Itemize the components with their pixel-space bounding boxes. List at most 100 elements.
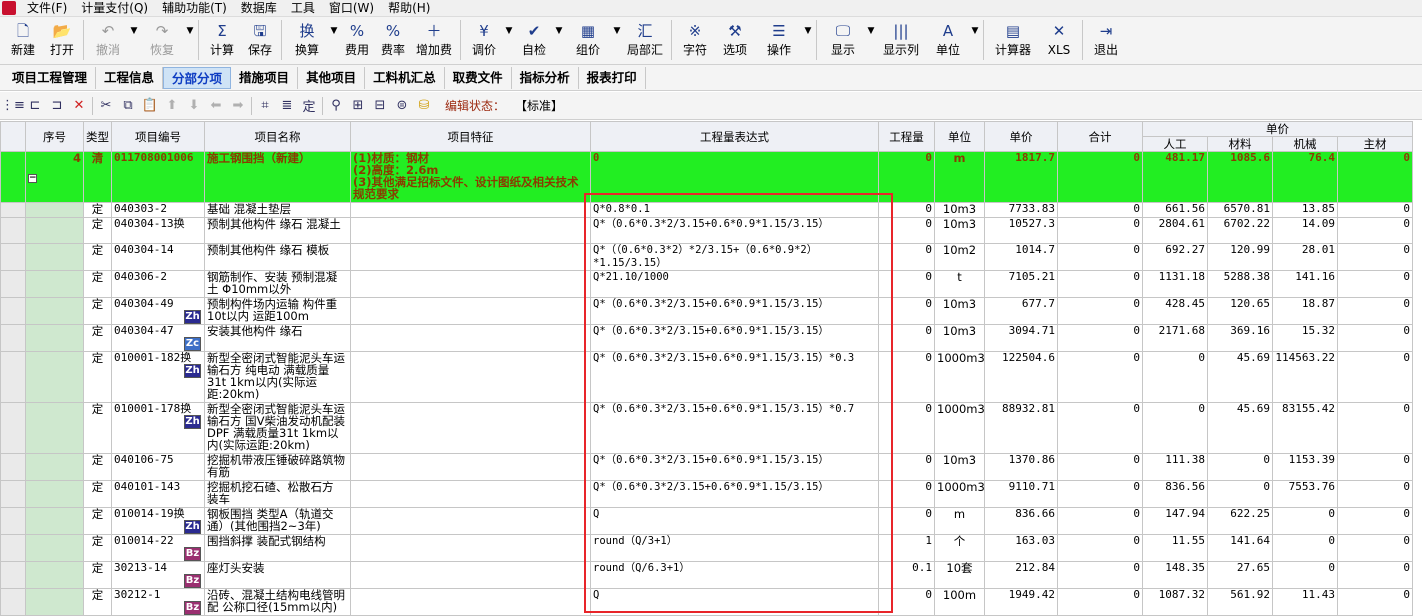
quota-row[interactable]: 定 040304-49 Zh 预制构件场内运输 构件重10t以内 运距100m Q*（0… xyxy=(0,297,1413,325)
expr-cell[interactable]: Q*0.8*0.1 xyxy=(590,202,879,218)
code-cell[interactable]: 040304-14 xyxy=(111,243,205,271)
feature-cell[interactable] xyxy=(350,588,591,616)
qty-cell[interactable]: 0 xyxy=(878,324,935,352)
name-cell[interactable]: 座灯头安装 xyxy=(204,561,351,589)
unit-cell[interactable]: 10m3 xyxy=(934,324,985,352)
feature-cell[interactable] xyxy=(350,217,591,244)
menu-item[interactable]: 窗口(W) xyxy=(322,0,381,17)
quota-row[interactable]: 定 040106-75 挖掘机带液压锤破碎路筑物 有筋 Q*（0.6*0.3*2/3.… xyxy=(0,453,1413,481)
name-cell[interactable]: 预制其他构件 缘石 混凝土 xyxy=(204,217,351,244)
name-cell[interactable]: 新型全密闭式智能泥头车运输石方 纯电动 满载质量31t 1km以内(实际运距:2… xyxy=(204,351,351,403)
name-cell[interactable]: 钢板围挡 类型A（轨道交通）(其他围挡2~3年) xyxy=(204,507,351,535)
col-code[interactable]: 项目编号 xyxy=(111,121,205,152)
unit-cell[interactable]: 10套 xyxy=(934,561,985,589)
tab-1[interactable]: 工程信息 xyxy=(96,66,164,89)
quota-row[interactable]: 定 040304-13换 预制其他构件 缘石 混凝土 Q*（0.6*0.3*2/3.1… xyxy=(0,217,1413,244)
move-down-icon[interactable]: ⬇ xyxy=(183,95,205,117)
code-cell[interactable]: 30213-14 Bz xyxy=(111,561,205,589)
unit-cell[interactable]: 100m xyxy=(934,588,985,616)
unit-cell[interactable]: 个 xyxy=(934,534,985,562)
bill-row[interactable]: 4− 清 011708001006 施工钢围挡（新建） (1)材质：钢材 (2)高… xyxy=(0,151,1413,203)
code-cell[interactable]: 010014-22 Bz xyxy=(111,534,205,562)
copy-icon[interactable]: ⧉ xyxy=(117,95,139,117)
collapse-toggle-icon[interactable]: − xyxy=(28,174,37,183)
move-up-icon[interactable]: ⬆ xyxy=(161,95,183,117)
feature-cell[interactable] xyxy=(350,402,591,454)
col-expr[interactable]: 工程量表达式 xyxy=(590,121,879,152)
expr-cell[interactable]: Q*（0.6*0.3*2/3.15+0.6*0.9*1.15/3.15）*0.3 xyxy=(590,351,879,403)
code-cell[interactable]: 040304-47 Zc xyxy=(111,324,205,352)
qty-cell[interactable]: 0 xyxy=(878,402,935,454)
name-cell[interactable]: 钢筋制作、安装 预制混凝土 Φ10mm以外 xyxy=(204,270,351,298)
name-cell[interactable]: 安装其他构件 缘石 xyxy=(204,324,351,352)
qty-cell[interactable]: 0 xyxy=(878,202,935,218)
new-button[interactable]: 🗋 新建 xyxy=(2,17,44,63)
qty-cell[interactable]: 0 xyxy=(878,217,935,244)
unit-cell[interactable]: m xyxy=(934,151,985,203)
tab-4[interactable]: 其他项目 xyxy=(298,66,366,89)
code-cell[interactable]: 040101-143 xyxy=(111,480,205,508)
name-cell[interactable]: 挖掘机带液压锤破碎路筑物 有筋 xyxy=(204,453,351,481)
cols-button[interactable]: ||| 显示列 xyxy=(876,17,926,63)
move-left-icon[interactable]: ⬅ xyxy=(205,95,227,117)
name-cell[interactable]: 挖掘机挖石碴、松散石方 装车 xyxy=(204,480,351,508)
qty-cell[interactable]: 0 xyxy=(878,453,935,481)
quota-row[interactable]: 定 040304-47 Zc 安装其他构件 缘石 Q*（0.6*0.3*2/3.15+0… xyxy=(0,324,1413,352)
expr-cell[interactable]: Q*（（0.6*0.3*2）*2/3.15+（0.6*0.9*2）*1.15/3… xyxy=(590,243,879,271)
col-price[interactable]: 单价 xyxy=(984,121,1058,152)
unit-cell[interactable]: 1000m3 xyxy=(934,402,985,454)
col-main[interactable]: 主材 xyxy=(1337,136,1413,152)
code-cell[interactable]: 040304-49 Zh xyxy=(111,297,205,325)
code-cell[interactable]: 010001-182换 Zh xyxy=(111,351,205,403)
col-total[interactable]: 合计 xyxy=(1057,121,1143,152)
col-feature[interactable]: 项目特征 xyxy=(350,121,591,152)
paste-icon[interactable]: 📋 xyxy=(139,95,161,117)
tab-8[interactable]: 报表打印 xyxy=(579,66,646,89)
qty-cell[interactable]: 0.1 xyxy=(878,561,935,589)
name-cell[interactable]: 围挡斜撑 装配式钢结构 xyxy=(204,534,351,562)
qty-cell[interactable]: 1 xyxy=(878,534,935,562)
feature-cell[interactable] xyxy=(350,534,591,562)
col-qty[interactable]: 工程量 xyxy=(878,121,935,152)
quota-row[interactable]: 定 30213-14 Bz 座灯头安装 round（Q/6.3+1） 0.1 10套 212.… xyxy=(0,561,1413,589)
name-cell[interactable]: 施工钢围挡（新建） xyxy=(204,151,351,203)
code-cell[interactable]: 011708001006 xyxy=(111,151,205,203)
col-type[interactable]: 类型 xyxy=(83,121,112,152)
feature-cell[interactable] xyxy=(350,561,591,589)
qty-cell[interactable]: 0 xyxy=(878,507,935,535)
unit-cell[interactable]: 10m3 xyxy=(934,453,985,481)
menu-item[interactable]: 工具 xyxy=(284,0,322,17)
list-icon[interactable]: ≣ xyxy=(276,95,298,117)
level-icon[interactable]: ⊜ xyxy=(391,95,413,117)
font-button[interactable]: ※ 字符 xyxy=(675,17,715,63)
cut-icon[interactable]: ✂ xyxy=(95,95,117,117)
menu-item[interactable]: 帮助(H) xyxy=(381,0,437,17)
qty-cell[interactable]: 0 xyxy=(878,480,935,508)
quota-row[interactable]: 定 040306-2 钢筋制作、安装 预制混凝土 Φ10mm以外 Q*21.10/10… xyxy=(0,270,1413,298)
unit-cell[interactable]: 1000m3 xyxy=(934,480,985,508)
expr-cell[interactable]: Q*（0.6*0.3*2/3.15+0.6*0.9*1.15/3.15） xyxy=(590,297,879,325)
expr-cell[interactable]: 0 xyxy=(590,151,879,203)
name-cell[interactable]: 沿砖、混凝土结构电线管明配 公称口径(15mm以内) xyxy=(204,588,351,616)
col-seq[interactable]: 序号 xyxy=(25,121,84,152)
feature-cell[interactable] xyxy=(350,202,591,218)
code-cell[interactable]: 040106-75 xyxy=(111,453,205,481)
qty-cell[interactable]: 0 xyxy=(878,151,935,203)
save-button[interactable]: 🖫 保存 xyxy=(242,17,278,63)
expr-cell[interactable]: round（Q/3+1） xyxy=(590,534,879,562)
calculator-button[interactable]: ▤ 计算器 xyxy=(987,17,1039,63)
bill-icon[interactable]: ⌗ xyxy=(254,95,276,117)
quota-row[interactable]: 定 040101-143 挖掘机挖石碴、松散石方 装车 Q*（0.6*0.3*2/3.… xyxy=(0,480,1413,508)
menu-item[interactable]: 数据库 xyxy=(234,0,284,17)
tab-7[interactable]: 指标分析 xyxy=(512,66,579,89)
quota-row[interactable]: 定 010001-178换 Zh 新型全密闭式智能泥头车运输石方 国Ⅴ柴油发动机配装D… xyxy=(0,402,1413,454)
feature-cell[interactable] xyxy=(350,243,591,271)
unit-cell[interactable]: 10m3 xyxy=(934,217,985,244)
paint-bucket-icon[interactable]: ⛁ xyxy=(413,95,435,117)
insert-row-icon[interactable]: ⊏ xyxy=(24,95,46,117)
expr-cell[interactable]: round（Q/6.3+1） xyxy=(590,561,879,589)
expand-icon[interactable]: ⊞ xyxy=(347,95,369,117)
feature-cell[interactable]: (1)材质：钢材 (2)高度：2.6m (3)其他满足招标文件、设计图纸及相关技术规… xyxy=(350,151,591,203)
menu-item[interactable]: 文件(F) xyxy=(20,0,74,17)
quota-row[interactable]: 定 010014-22 Bz 围挡斜撑 装配式钢结构 round（Q/3+1） 1 个 163… xyxy=(0,534,1413,562)
